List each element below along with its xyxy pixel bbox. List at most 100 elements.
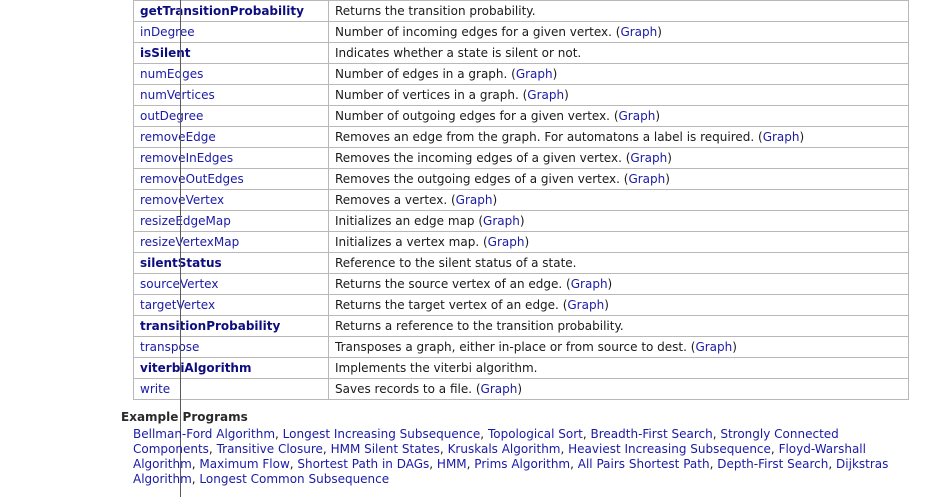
function-link-inDegree[interactable]: inDegree (140, 25, 195, 39)
table-row: removeEdge Removes an edge from the graph… (133, 126, 909, 148)
example-link[interactable]: Depth-First Search (717, 457, 828, 471)
function-description: Returns the transition probability. (335, 4, 536, 18)
example-link[interactable]: Breadth-First Search (591, 427, 713, 441)
table-row: isSilent Indicates whether a state is sil… (133, 42, 909, 64)
function-description: Indicates whether a state is silent or n… (335, 46, 582, 60)
example-separator: , (208, 442, 217, 456)
close-paren: ) (667, 151, 672, 165)
function-link-resizeEdgeMap[interactable]: resizeEdgeMap (140, 214, 231, 228)
function-link-transpose[interactable]: transpose (140, 340, 199, 354)
graph-link[interactable]: Graph (456, 193, 493, 207)
function-link-resizeVertexMap[interactable]: resizeVertexMap (140, 235, 239, 249)
graph-link[interactable]: Graph (620, 25, 657, 39)
graph-link[interactable]: Graph (527, 88, 564, 102)
function-description: Implements the viterbi algorithm. (335, 361, 538, 375)
table-row: targetVertex Returns the target vertex of… (133, 294, 909, 316)
example-separator: , (770, 442, 779, 456)
example-link[interactable]: Topological Sort (488, 427, 583, 441)
function-description: Number of edges in a graph. ( (335, 67, 516, 81)
graph-link[interactable]: Graph (619, 109, 656, 123)
function-name-cell: removeInEdges (133, 147, 329, 169)
function-link-numVertices[interactable]: numVertices (140, 88, 215, 102)
table-row: getTransitionProbability Returns the tran… (133, 0, 909, 22)
function-description-cell: Returns the transition probability. (328, 0, 909, 22)
close-paren: ) (604, 298, 609, 312)
graph-link[interactable]: Graph (483, 214, 520, 228)
example-link[interactable]: Longest Increasing Subsequence (283, 427, 481, 441)
table-row: inDegree Number of incoming edges for a g… (133, 21, 909, 43)
function-link-targetVertex[interactable]: targetVertex (140, 298, 215, 312)
example-link[interactable]: Transitive Closure (217, 442, 323, 456)
graph-link[interactable]: Graph (763, 130, 800, 144)
function-link-write[interactable]: write (140, 382, 170, 396)
function-description-cell: Number of incoming edges for a given ver… (328, 21, 909, 43)
function-description-cell: Transposes a graph, either in-place or f… (328, 336, 909, 358)
table-row: silentStatus Reference to the silent stat… (133, 252, 909, 274)
example-separator: , (570, 457, 578, 471)
close-paren: ) (524, 235, 530, 249)
function-link-removeOutEdges[interactable]: removeOutEdges (140, 172, 244, 186)
function-name-cell: outDegree (133, 105, 329, 127)
graph-link[interactable]: Graph (488, 235, 525, 249)
table-row: resizeEdgeMap Initializes an edge map (Gr… (133, 210, 909, 232)
function-description: Initializes an edge map ( (335, 214, 484, 228)
function-name-cell: silentStatus (133, 252, 329, 274)
example-separator: , (480, 427, 488, 441)
example-separator: , (429, 457, 437, 471)
example-link[interactable]: Longest Common Subsequence (199, 472, 389, 486)
function-link-isSilent[interactable]: isSilent (140, 46, 191, 60)
example-link[interactable]: Maximum Flow (199, 457, 289, 471)
graph-link[interactable]: Graph (571, 277, 608, 291)
function-name-cell: removeVertex (133, 189, 329, 211)
function-link-viterbiAlgorithm[interactable]: viterbiAlgorithm (140, 361, 251, 375)
function-link-outDegree[interactable]: outDegree (140, 109, 203, 123)
function-link-getTransitionProbability[interactable]: getTransitionProbability (140, 4, 304, 18)
function-description: Initializes a vertex map. ( (335, 235, 488, 249)
function-description-cell: Returns a reference to the transition pr… (328, 315, 909, 337)
example-link[interactable]: Heaviest Increasing Subsequence (568, 442, 771, 456)
graph-link[interactable]: Graph (481, 382, 518, 396)
example-link[interactable]: HMM (437, 457, 467, 471)
table-row: viterbiAlgorithm Implements the viterbi a… (133, 357, 909, 379)
example-link[interactable]: HMM Silent States (331, 442, 440, 456)
function-link-transitionProbability[interactable]: transitionProbability (140, 319, 280, 333)
function-link-numEdges[interactable]: numEdges (140, 67, 203, 81)
example-programs-title: Example Programs (121, 410, 248, 424)
function-description-cell: Number of vertices in a graph. (Graph) (328, 84, 909, 106)
function-name-cell: removeEdge (133, 126, 329, 148)
example-separator: , (828, 457, 837, 471)
function-description: Removes a vertex. ( (335, 193, 456, 207)
table-row: removeOutEdges Removes the outgoing edges… (133, 168, 909, 190)
function-name-cell: write (133, 378, 329, 400)
function-name-cell: transitionProbability (133, 315, 329, 337)
example-link[interactable]: Shortest Path in DAGs (297, 457, 429, 471)
example-link[interactable]: Bellman-Ford Algorithm (133, 427, 275, 441)
function-link-removeInEdges[interactable]: removeInEdges (140, 151, 233, 165)
example-link[interactable]: Kruskals Algorithm (448, 442, 561, 456)
graph-link[interactable]: Graph (628, 172, 665, 186)
function-link-removeVertex[interactable]: removeVertex (140, 193, 224, 207)
function-link-removeEdge[interactable]: removeEdge (140, 130, 216, 144)
function-description-cell: Returns the source vertex of an edge. (G… (328, 273, 909, 295)
function-name-cell: sourceVertex (133, 273, 329, 295)
table-row: transpose Transposes a graph, either in-p… (133, 336, 909, 358)
example-link[interactable]: All Pairs Shortest Path (578, 457, 710, 471)
function-description: Reference to the silent status of a stat… (335, 256, 577, 270)
function-name-cell: viterbiAlgorithm (133, 357, 329, 379)
function-name-cell: resizeVertexMap (133, 231, 329, 253)
function-description: Number of incoming edges for a given ver… (335, 25, 621, 39)
graph-link[interactable]: Graph (516, 67, 553, 81)
example-separator: , (322, 442, 331, 456)
example-programs-list: Bellman-Ford Algorithm, Longest Increasi… (133, 427, 903, 487)
graph-link[interactable]: Graph (695, 340, 732, 354)
close-paren: ) (517, 382, 523, 396)
table-row: removeInEdges Removes the incoming edges … (133, 147, 909, 169)
graph-link[interactable]: Graph (630, 151, 667, 165)
example-link[interactable]: Prims Algorithm (474, 457, 570, 471)
function-description-cell: Removes the incoming edges of a given ve… (328, 147, 909, 169)
function-description-cell: Indicates whether a state is silent or n… (328, 42, 909, 64)
graph-link[interactable]: Graph (567, 298, 604, 312)
function-description-cell: Removes the outgoing edges of a given ve… (328, 168, 909, 190)
close-paren: ) (665, 172, 670, 186)
function-description: Returns a reference to the transition pr… (335, 319, 624, 333)
